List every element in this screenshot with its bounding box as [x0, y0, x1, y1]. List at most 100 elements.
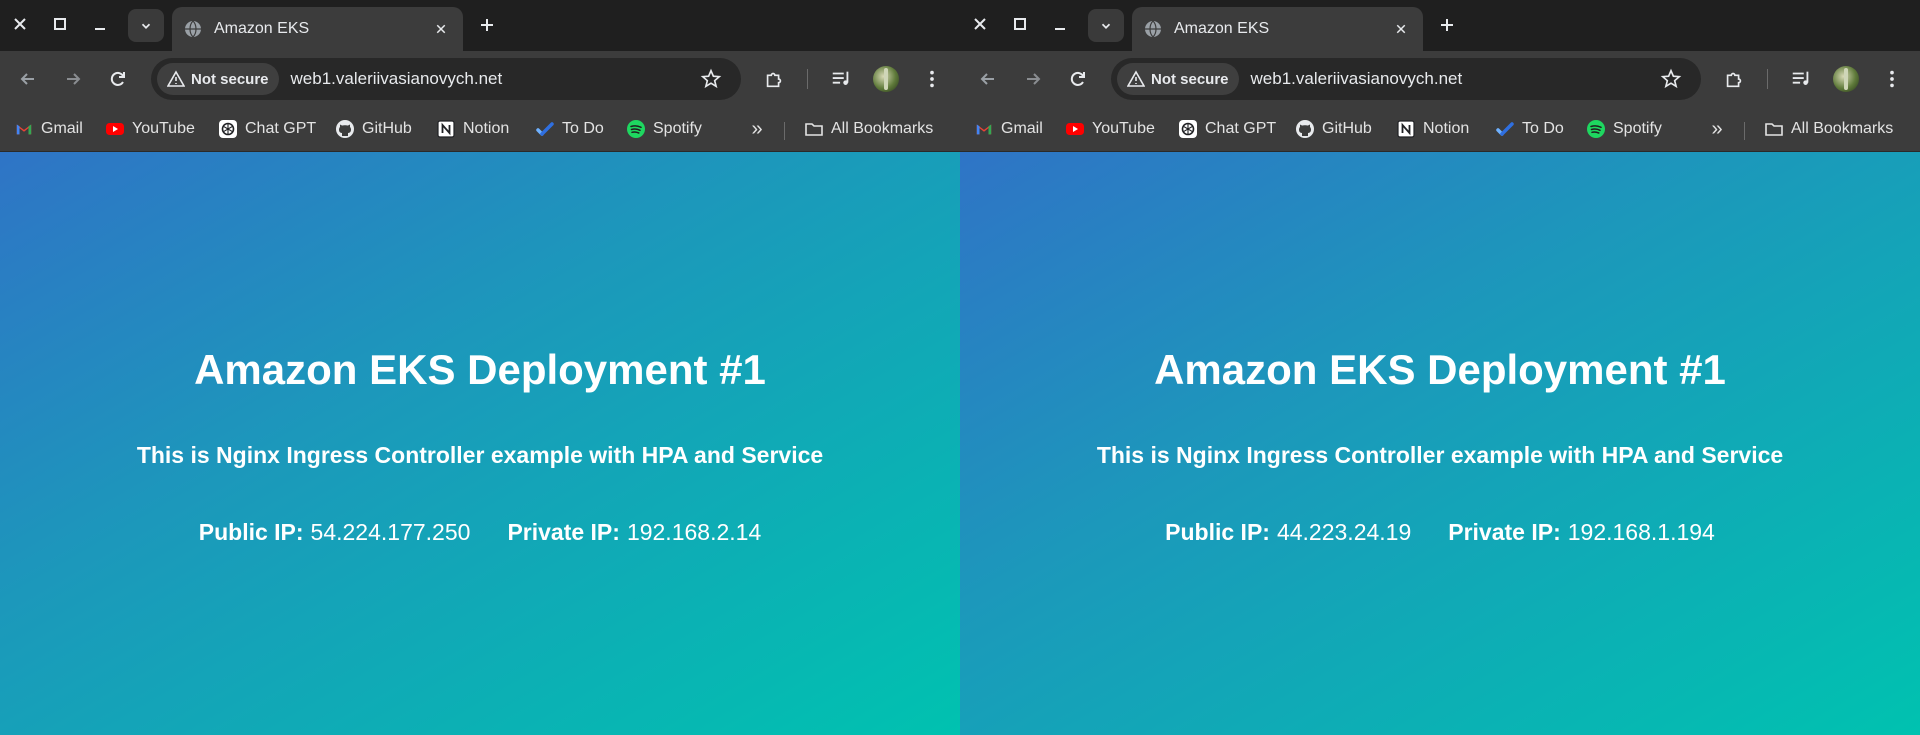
github-icon	[335, 119, 355, 139]
bookmark-label: Gmail	[1001, 120, 1043, 137]
ip-info-row: Public IP: 44.223.24.19 Private IP: 192.…	[960, 519, 1920, 546]
all-bookmarks-button[interactable]: All Bookmarks	[804, 117, 933, 141]
bookmark-github[interactable]: GitHub	[335, 117, 412, 141]
kebab-menu-icon[interactable]	[918, 65, 946, 93]
page-content: Amazon EKS Deployment #1 This is Nginx I…	[960, 152, 1920, 735]
ip-info-row: Public IP: 54.224.177.250 Private IP: 19…	[0, 519, 960, 546]
github-icon	[1295, 119, 1315, 139]
new-tab-icon[interactable]	[1435, 13, 1459, 37]
bookmark-label: Gmail	[41, 120, 83, 137]
not-secure-label: Not secure	[191, 70, 269, 88]
bookmark-gmail[interactable]: Gmail	[14, 117, 83, 141]
youtube-icon	[1065, 119, 1085, 139]
reload-icon[interactable]	[1064, 65, 1092, 93]
public-ip-value: 54.224.177.250	[310, 519, 471, 545]
page-title: Amazon EKS Deployment #1	[1154, 346, 1726, 393]
chevron-down-icon	[1101, 23, 1111, 29]
url-text[interactable]: web1.valeriivasianovych.net	[291, 69, 699, 89]
minimize-window-icon[interactable]	[1048, 12, 1072, 36]
bookmark-label: YouTube	[132, 120, 195, 137]
browser-tab[interactable]: Amazon EKS	[1132, 7, 1423, 51]
url-text[interactable]: web1.valeriivasianovych.net	[1251, 69, 1659, 89]
reload-icon[interactable]	[104, 65, 132, 93]
bookmark-youtube[interactable]: YouTube	[1065, 117, 1155, 141]
globe-icon	[185, 20, 201, 38]
browser-tab[interactable]: Amazon EKS	[172, 7, 463, 51]
bookmark-label: Chat GPT	[1205, 120, 1277, 137]
all-bookmarks-button[interactable]: All Bookmarks	[1764, 117, 1893, 141]
private-ip-value: 192.168.1.194	[1567, 519, 1715, 545]
tab-close-icon[interactable]	[1391, 19, 1411, 39]
kebab-menu-icon[interactable]	[1878, 65, 1906, 93]
bookmark-youtube[interactable]: YouTube	[105, 117, 195, 141]
private-ip: Private IP: 192.168.2.14	[507, 519, 761, 546]
bookmark-to-do[interactable]: To Do	[535, 117, 604, 141]
forward-arrow-icon[interactable]	[59, 65, 87, 93]
extensions-puzzle-icon[interactable]	[760, 65, 788, 93]
tab-title: Amazon EKS	[214, 20, 310, 37]
bookmark-to-do[interactable]: To Do	[1495, 117, 1564, 141]
back-arrow-icon[interactable]	[974, 65, 1002, 93]
gmail-icon	[974, 119, 994, 139]
bookmark-notion[interactable]: Notion	[1396, 117, 1469, 141]
toolbar-divider	[807, 69, 808, 89]
bookmark-gmail[interactable]: Gmail	[974, 117, 1043, 141]
bookmark-spotify[interactable]: Spotify	[626, 117, 702, 141]
todo-icon	[1495, 119, 1515, 139]
close-window-icon[interactable]	[968, 12, 992, 36]
tab-title: Amazon EKS	[1174, 20, 1270, 37]
extensions-puzzle-icon[interactable]	[1720, 65, 1748, 93]
youtube-icon	[105, 119, 125, 139]
warning-icon	[167, 70, 185, 87]
profile-avatar[interactable]	[873, 66, 899, 92]
public-ip-label: Public IP:	[1165, 519, 1270, 545]
bookmark-star-icon[interactable]	[699, 67, 723, 91]
public-ip-value: 44.223.24.19	[1276, 519, 1412, 545]
security-chip[interactable]: Not secure	[157, 63, 279, 95]
chevron-down-icon	[141, 23, 151, 29]
bookmark-chat-gpt[interactable]: Chat GPT	[1178, 117, 1276, 141]
private-ip-label: Private IP:	[1448, 519, 1561, 545]
media-queue-icon[interactable]	[827, 65, 855, 93]
bookmark-label: Chat GPT	[245, 120, 317, 137]
maximize-window-icon[interactable]	[48, 12, 72, 36]
address-bar[interactable]: Not secure web1.valeriivasianovych.net	[151, 58, 741, 100]
public-ip: Public IP: 44.223.24.19	[1165, 519, 1411, 546]
public-ip: Public IP: 54.224.177.250	[199, 519, 471, 546]
bookmarks-bar: Gmail YouTube Chat GPT GitHub Notion To …	[0, 107, 960, 152]
bookmark-chat-gpt[interactable]: Chat GPT	[218, 117, 316, 141]
bookmark-label: Notion	[463, 120, 510, 137]
bookmark-label: Spotify	[653, 120, 702, 137]
tab-search-button[interactable]	[1088, 9, 1124, 42]
new-tab-icon[interactable]	[475, 13, 499, 37]
private-ip-value: 192.168.2.14	[626, 519, 762, 545]
close-window-icon[interactable]	[8, 12, 32, 36]
private-ip: Private IP: 192.168.1.194	[1448, 519, 1715, 546]
bookmark-notion[interactable]: Notion	[436, 117, 509, 141]
back-arrow-icon[interactable]	[14, 65, 42, 93]
bookmark-label: To Do	[1522, 120, 1564, 137]
maximize-window-icon[interactable]	[1008, 12, 1032, 36]
dual-browser-screenshot: Amazon EKS Not secure web1.valeriivasian…	[0, 0, 1920, 735]
browser-window-left: Amazon EKS Not secure web1.valeriivasian…	[0, 0, 960, 735]
tab-close-icon[interactable]	[431, 19, 451, 39]
tab-search-button[interactable]	[128, 9, 164, 42]
media-queue-icon[interactable]	[1787, 65, 1815, 93]
bookmark-github[interactable]: GitHub	[1295, 117, 1372, 141]
bookmarks-overflow-icon[interactable]: »	[745, 117, 769, 141]
address-bar[interactable]: Not secure web1.valeriivasianovych.net	[1111, 58, 1701, 100]
bookmark-star-icon[interactable]	[1659, 67, 1683, 91]
minimize-window-icon[interactable]	[88, 12, 112, 36]
bookmarks-overflow-icon[interactable]: »	[1705, 117, 1729, 141]
forward-arrow-icon[interactable]	[1019, 65, 1047, 93]
folder-icon	[804, 119, 824, 139]
profile-avatar[interactable]	[1833, 66, 1859, 92]
security-chip[interactable]: Not secure	[1117, 63, 1239, 95]
globe-icon	[1145, 20, 1161, 38]
bookmark-label: To Do	[562, 120, 604, 137]
bookmark-spotify[interactable]: Spotify	[1586, 117, 1662, 141]
bookmark-label: Spotify	[1613, 120, 1662, 137]
bookmark-label: GitHub	[1322, 120, 1372, 137]
all-bookmarks-label: All Bookmarks	[831, 120, 934, 137]
bookmark-label: GitHub	[362, 120, 412, 137]
